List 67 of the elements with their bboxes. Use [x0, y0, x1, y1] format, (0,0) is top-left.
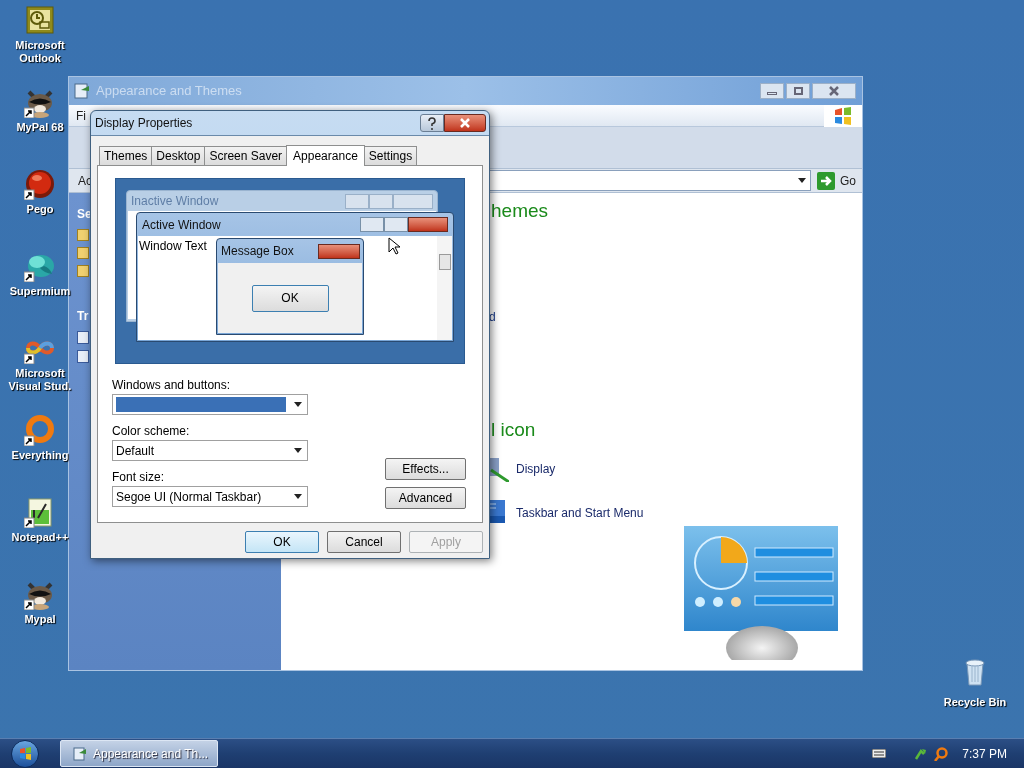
- tab[interactable]: Themes: [99, 146, 153, 165]
- dialog-button[interactable]: Effects...: [385, 458, 466, 480]
- minimize-button[interactable]: [760, 83, 784, 99]
- ball-icon[interactable]: [24, 168, 56, 200]
- icon-label: MyPal 68: [15, 121, 65, 134]
- dialog-button[interactable]: Cancel: [327, 531, 401, 553]
- window-title: Inactive Window: [131, 193, 219, 210]
- start-button[interactable]: [11, 739, 39, 768]
- task-link[interactable]: Taskbar and Start Menu: [516, 504, 644, 522]
- window-title: Message Box: [221, 243, 294, 260]
- icon-label: Mypal: [23, 613, 57, 626]
- window-title: Display Properties: [95, 115, 193, 132]
- task-icon: [77, 247, 89, 259]
- section-heading: hemes: [491, 199, 550, 223]
- go-button[interactable]: Go: [817, 171, 856, 190]
- menu-item[interactable]: Fi: [76, 106, 86, 125]
- windows-logo-icon: [18, 747, 32, 760]
- dropdown-value: Default: [116, 442, 156, 460]
- close-button[interactable]: [812, 83, 856, 99]
- field-label: Color scheme:: [112, 424, 191, 438]
- icon-label: Pego: [25, 203, 55, 216]
- close-button[interactable]: [444, 114, 486, 132]
- windows-logo-icon: [834, 106, 852, 125]
- icon-label: Recycle Bin: [943, 695, 1007, 710]
- tab[interactable]: Appearance: [286, 145, 365, 166]
- arrow-right-icon: [817, 171, 835, 190]
- icon-label: Everything: [10, 449, 70, 462]
- dropdown-value: Segoe UI (Normal Taskbar): [116, 488, 263, 506]
- close-icon: [828, 85, 840, 97]
- task-link[interactable]: Display: [516, 460, 556, 478]
- dropdown[interactable]: [112, 394, 308, 415]
- task-icon: [77, 229, 89, 241]
- panel-heading: Tr: [77, 308, 90, 325]
- taskbar-label: Appearance and Th...: [93, 745, 209, 763]
- field-label: Font size:: [112, 470, 166, 484]
- dialog-button[interactable]: Advanced: [385, 487, 466, 509]
- tab[interactable]: Screen Saver: [204, 146, 288, 165]
- dropdown-arrow-icon: [294, 402, 302, 407]
- clock: 7:37 PM: [962, 745, 1007, 763]
- dropdown[interactable]: Default: [112, 440, 308, 461]
- window-title: Appearance and Themes: [96, 82, 242, 101]
- window-title: Active Window: [142, 216, 221, 234]
- ok-button[interactable]: OK: [251, 284, 329, 312]
- network-icon[interactable]: [914, 746, 929, 761]
- icon-label: Notepad++: [10, 531, 70, 544]
- ring-icon[interactable]: [24, 414, 56, 446]
- task-icon: [77, 265, 89, 277]
- window-text: Window Text: [138, 238, 207, 255]
- tab[interactable]: Settings: [363, 146, 418, 165]
- search-icon[interactable]: [934, 746, 949, 761]
- clock-icon[interactable]: [24, 4, 56, 36]
- dropdown[interactable]: Segoe UI (Normal Taskbar): [112, 486, 308, 507]
- icon-label: Microsoft Outlook: [14, 39, 66, 65]
- dropdown-arrow-icon: [294, 494, 302, 499]
- close-icon: [459, 117, 471, 129]
- dialog-button[interactable]: OK: [245, 531, 319, 553]
- keyboard-icon[interactable]: [872, 749, 887, 758]
- help-button[interactable]: [420, 114, 444, 132]
- section-heading: l icon: [491, 418, 537, 442]
- dropdown-arrow-icon: [798, 178, 806, 183]
- field-label: Windows and buttons:: [112, 378, 232, 392]
- maximize-button[interactable]: [786, 83, 810, 99]
- link-fragment[interactable]: d: [489, 308, 862, 326]
- control-panel-icon: [73, 82, 91, 100]
- dropdown-arrow-icon: [294, 448, 302, 453]
- tab[interactable]: Desktop: [151, 146, 206, 165]
- control-panel-icon: [73, 745, 87, 762]
